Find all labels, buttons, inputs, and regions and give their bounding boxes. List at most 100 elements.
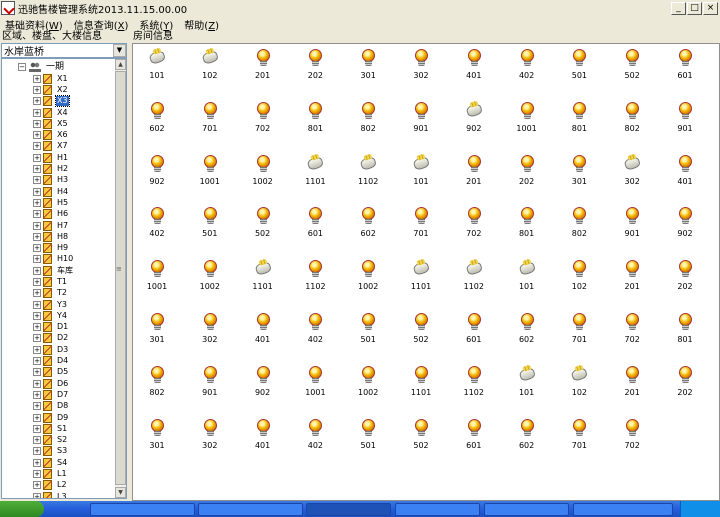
expand-icon[interactable]: + [33, 390, 41, 399]
expand-icon[interactable]: + [33, 334, 41, 343]
room-cell[interactable]: 801 [669, 313, 701, 353]
room-cell[interactable]: 102 [563, 364, 595, 406]
room-cell[interactable]: 802 [616, 101, 648, 142]
tree-item[interactable]: + D1 [2, 322, 115, 333]
taskbar-button-active[interactable] [306, 503, 391, 516]
room-cell[interactable]: 1002 [352, 260, 384, 300]
expand-icon[interactable]: + [33, 131, 41, 140]
room-cell[interactable]: 102 [563, 260, 595, 300]
tree-item[interactable]: + X5 [2, 118, 115, 129]
room-cell[interactable]: 502 [616, 49, 648, 89]
room-cell[interactable]: 901 [616, 207, 648, 247]
room-cell[interactable]: 1101 [405, 365, 437, 406]
tree-item[interactable]: + H9 [2, 242, 115, 254]
tree-item[interactable]: + H3 [2, 175, 115, 186]
room-cell[interactable]: 402 [299, 418, 331, 459]
tree-item[interactable]: + L2 [2, 480, 115, 491]
room-cell[interactable]: 602 [141, 101, 173, 142]
room-cell[interactable]: 502 [405, 313, 437, 353]
taskbar-button[interactable] [198, 503, 303, 516]
room-cell[interactable]: 202 [669, 365, 701, 406]
expand-icon[interactable]: + [33, 289, 41, 298]
room-cell[interactable]: 302 [194, 418, 226, 459]
expand-icon[interactable]: + [33, 277, 41, 286]
close-button[interactable]: × [703, 1, 718, 15]
tree-item[interactable]: + Y4 [2, 310, 115, 321]
room-cell[interactable]: 502 [247, 207, 279, 247]
expand-icon[interactable]: + [33, 492, 41, 498]
tree-item[interactable]: + Y3 [2, 299, 115, 310]
room-cell[interactable]: 601 [458, 418, 490, 459]
maximize-button[interactable]: □ [687, 1, 702, 15]
room-cell[interactable]: 301 [141, 418, 173, 459]
tree-item[interactable]: + X4 [2, 107, 115, 118]
tree-item[interactable]: + 车库 [2, 265, 115, 276]
room-cell[interactable]: 402 [141, 207, 173, 247]
room-cell[interactable]: 901 [405, 101, 437, 142]
room-cell[interactable]: 301 [563, 154, 595, 195]
expand-icon[interactable]: + [33, 379, 41, 388]
room-cell[interactable]: 401 [669, 154, 701, 195]
expand-icon[interactable]: + [33, 142, 41, 151]
start-button[interactable] [0, 501, 44, 517]
room-cell[interactable]: 1001 [194, 154, 226, 195]
tree-item[interactable]: + X3 [2, 95, 115, 108]
room-cell[interactable]: 901 [669, 101, 701, 142]
room-cell[interactable]: 301 [141, 313, 173, 353]
expand-icon[interactable]: + [33, 424, 41, 433]
room-cell[interactable]: 202 [511, 154, 543, 195]
room-cell[interactable]: 1102 [352, 153, 384, 195]
menu-help[interactable]: 帮助(Z) [179, 17, 225, 32]
room-cell[interactable]: 902 [458, 100, 490, 142]
room-cell[interactable]: 201 [616, 260, 648, 300]
expand-icon[interactable]: + [33, 458, 41, 467]
tree-scrollbar[interactable]: ▲ ▼ [115, 59, 126, 498]
tree-item[interactable]: + S4 [2, 457, 115, 468]
tree-item[interactable]: + X6 [2, 129, 115, 141]
tree-item[interactable]: + D7 [2, 389, 115, 400]
taskbar-button[interactable] [90, 503, 195, 516]
expand-icon[interactable]: + [33, 198, 41, 207]
chevron-down-icon[interactable]: ▼ [113, 44, 126, 57]
room-cell[interactable]: 101 [511, 258, 543, 300]
room-cell[interactable]: 701 [405, 207, 437, 247]
expand-icon[interactable]: + [33, 244, 41, 253]
room-cell[interactable]: 801 [511, 207, 543, 247]
room-cell[interactable]: 102 [194, 47, 226, 89]
taskbar-button[interactable] [573, 503, 673, 516]
expand-icon[interactable]: + [33, 470, 41, 479]
room-cell[interactable]: 901 [194, 365, 226, 406]
room-cell[interactable]: 401 [458, 49, 490, 89]
expand-icon[interactable]: + [33, 447, 41, 456]
room-cell[interactable]: 202 [299, 49, 331, 89]
room-cell[interactable]: 602 [511, 418, 543, 459]
expand-icon[interactable]: + [33, 210, 41, 219]
room-cell[interactable]: 402 [511, 49, 543, 89]
room-cell[interactable]: 201 [247, 49, 279, 89]
room-cell[interactable]: 401 [247, 418, 279, 459]
room-cell[interactable]: 101 [405, 153, 437, 195]
expand-icon[interactable]: + [33, 74, 41, 83]
room-cell[interactable]: 501 [194, 207, 226, 247]
tree-item[interactable]: + H7 [2, 220, 115, 231]
room-cell[interactable]: 602 [352, 207, 384, 247]
expand-icon[interactable]: + [33, 165, 41, 174]
expand-icon[interactable]: + [33, 221, 41, 230]
minimize-button[interactable]: _ [671, 1, 686, 15]
room-cell[interactable]: 601 [299, 207, 331, 247]
room-cell[interactable]: 1101 [299, 153, 331, 195]
tree-item[interactable]: + H6 [2, 209, 115, 220]
room-cell[interactable]: 801 [563, 101, 595, 142]
collapse-icon[interactable]: − [18, 63, 26, 71]
tree-item[interactable]: + T1 [2, 276, 115, 287]
tree-item[interactable]: + D4 [2, 355, 115, 367]
room-cell[interactable]: 502 [405, 418, 437, 459]
room-cell[interactable]: 602 [511, 313, 543, 353]
expand-icon[interactable]: + [33, 153, 41, 162]
room-cell[interactable]: 802 [563, 207, 595, 247]
room-cell[interactable]: 101 [141, 47, 173, 89]
room-cell[interactable]: 401 [247, 313, 279, 353]
taskbar-button[interactable] [395, 503, 480, 516]
room-cell[interactable]: 402 [299, 313, 331, 353]
tree-item[interactable]: + D6 [2, 378, 115, 389]
